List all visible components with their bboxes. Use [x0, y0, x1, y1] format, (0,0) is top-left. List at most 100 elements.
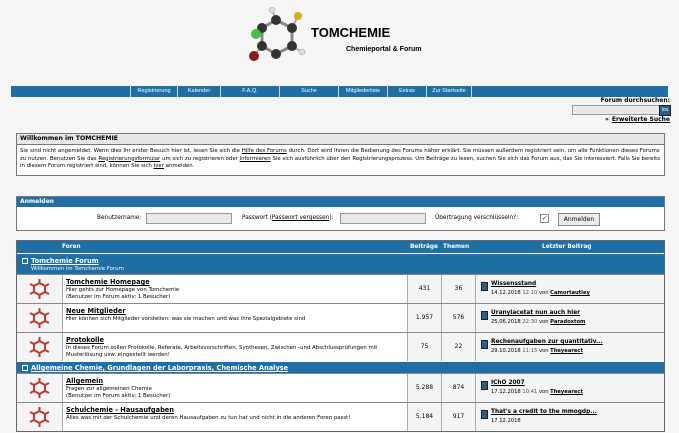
encrypt-checkbox[interactable]: ✓ — [540, 214, 549, 223]
nav-item-startseite[interactable]: Zur Startseite — [426, 86, 472, 97]
last-post-user-link[interactable]: Theyearect — [550, 348, 583, 354]
forum-desc-line: Hier gehts zur Homepage von Tomchemie — [66, 287, 180, 293]
last-post-von: von — [538, 319, 549, 325]
nav-item-mitgliederliste[interactable]: Mitgliederliste — [338, 86, 387, 97]
category-subtitle: Willkommen im Tomchemie Forum — [31, 266, 124, 272]
forum-description: Alles was mit der Schulchemie und deren … — [66, 415, 402, 422]
last-post-meta: 17.12.2018 10:41 von Theyearect — [491, 389, 583, 395]
username-label: Benutzername: — [97, 215, 142, 221]
main-navbar: Registrierung Kalender F.A.Q. Suche Mitg… — [11, 86, 668, 97]
last-post-page-icon — [481, 282, 488, 291]
last-post-user-link[interactable]: Theyearect — [550, 389, 583, 395]
forum-molecule-icon — [29, 279, 50, 299]
forum-row: Tomchemie Homepage Hier gehts zur Homepa… — [17, 274, 664, 303]
last-post-title-link[interactable]: That's a credit to the mmogdp... — [491, 409, 597, 415]
last-post-date: 17.12.2018 — [491, 389, 521, 395]
encrypt-label: Übertragung verschlüsseln?: — [435, 215, 519, 221]
login-button[interactable]: Anmelden — [558, 213, 600, 226]
forum-table-header: Foren Beiträge Themen Letzter Beitrag — [17, 241, 664, 253]
help-link[interactable]: Hilfe des Forums — [242, 148, 287, 154]
search-input[interactable] — [572, 105, 660, 115]
nav-item-extras[interactable]: Extras — [387, 86, 426, 97]
last-post-title-link[interactable]: Rechenaufgaben zur quantitativ... — [491, 339, 603, 345]
category-title-link[interactable]: Tomchemie Forum — [31, 257, 99, 265]
login-title: Anmelden — [17, 197, 664, 207]
last-post-von: von — [538, 290, 549, 296]
welcome-title: Willkommen im TOMCHEMIE — [17, 134, 664, 145]
last-post-title-link[interactable]: IChO 2007 — [491, 380, 525, 386]
forum-desc-line: Fragen zur allgemeinen Chemie — [66, 386, 152, 392]
last-post-time: 22:30 — [522, 319, 538, 325]
search-button[interactable]: los — [659, 105, 671, 116]
col-header-topics: Themen — [443, 244, 470, 250]
category-title-link[interactable]: Allgemeine Chemie, Grundlagen der Laborp… — [31, 364, 288, 372]
forum-name-link[interactable]: Allgemein — [66, 377, 103, 385]
forum-row: Schulchemie - Hausaufgaben Alles was mit… — [17, 402, 664, 431]
nav-item-registrierung[interactable]: Registrierung — [130, 86, 177, 97]
forum-topic-count: 917 — [442, 403, 476, 431]
register-form-link[interactable]: Registrierungsformular — [98, 156, 160, 162]
forum-post-count: 1.957 — [408, 304, 442, 332]
welcome-text-3: um sich zu registrieren oder — [160, 155, 240, 162]
welcome-text-5: anmelden. — [163, 163, 195, 169]
last-post-page-icon — [481, 410, 488, 419]
welcome-panel: Willkommen im TOMCHEMIE Sie sind nicht a… — [16, 133, 665, 176]
forum-post-count: 75 — [408, 333, 442, 361]
forum-description: Hier gehts zur Homepage von Tomchemie (Be… — [66, 287, 402, 300]
advanced-search-link[interactable]: » Erweiterte Suche — [605, 116, 670, 123]
inform-link[interactable]: informieren — [240, 156, 271, 162]
forum-table: Foren Beiträge Themen Letzter Beitrag To… — [16, 240, 665, 432]
forum-name-link[interactable]: Protokolle — [66, 336, 104, 344]
last-post-von: von — [538, 389, 549, 395]
forum-desc-line: In dieses Forum sollen Protokolle, Refer… — [66, 345, 378, 358]
col-header-posts: Beiträge — [410, 244, 438, 250]
last-post-user-link[interactable]: Camortautley — [550, 290, 590, 296]
forum-description: Hier können sich Mitglieder vorstellen: … — [66, 316, 402, 323]
last-post-title-link[interactable]: Uranylacetat nun auch hier — [491, 310, 580, 316]
category-row-allgemeine-chemie: Allgemeine Chemie, Grundlagen der Laborp… — [17, 361, 664, 373]
forum-row: Allgemein Fragen zur allgemeinen Chemie(… — [17, 373, 664, 402]
nav-item-faq[interactable]: F.A.Q. — [220, 86, 279, 97]
last-post-date: 29.10.2018 — [491, 348, 521, 354]
password-input[interactable] — [340, 213, 426, 224]
forum-row: Protokolle In dieses Forum sollen Protok… — [17, 332, 664, 361]
forum-molecule-icon — [29, 407, 50, 427]
col-header-forum: Foren — [62, 244, 81, 250]
category-row-tomchemie: Tomchemie Forum Willkommen im Tomchemie … — [17, 253, 664, 274]
forum-name-link[interactable]: Tomchemie Homepage — [66, 278, 150, 286]
last-post-user-link[interactable]: Paradoxtom — [550, 319, 585, 325]
nav-item-suche[interactable]: Suche — [279, 86, 338, 97]
molecule-logo-icon — [249, 6, 306, 61]
last-post-date: 25.06.2018 — [491, 319, 521, 325]
username-input[interactable] — [146, 213, 232, 224]
password-forgot-link[interactable]: Passwort vergessen — [272, 215, 329, 221]
login-here-link[interactable]: hier — [154, 163, 164, 169]
forum-name-link[interactable]: Neue Mitglieder — [66, 307, 126, 315]
login-panel: Anmelden Benutzername: Passwort (Passwor… — [16, 196, 665, 231]
welcome-text-1: Sie sind nicht angemeldet. Wenn dies Ihr… — [20, 148, 242, 154]
forum-desc-line: Hier können sich Mitglieder vorstellen: … — [66, 316, 306, 322]
login-row: Benutzername: Passwort (Passwort vergess… — [17, 213, 664, 226]
site-header: TOMCHEMIE Chemieportal & Forum — [0, 0, 679, 84]
last-post-von: von — [538, 348, 549, 354]
last-post-page-icon — [481, 311, 488, 320]
last-post-page-icon — [481, 340, 488, 349]
advanced-search-label: Erweiterte Suche — [611, 116, 670, 123]
forum-topic-count: 36 — [442, 275, 476, 303]
site-title: TOMCHEMIE — [311, 25, 391, 40]
forum-post-count: 5.184 — [408, 403, 442, 431]
nav-item-kalender[interactable]: Kalender — [177, 86, 220, 97]
password-label: Passwort (Passwort vergessen): — [242, 215, 334, 221]
collapse-category-icon[interactable] — [22, 365, 28, 371]
site-subtitle: Chemieportal & Forum — [346, 46, 422, 53]
last-post-title-link[interactable]: Wissensstand — [491, 281, 536, 287]
forum-desc-line: Alles was mit der Schulchemie und deren … — [66, 415, 351, 421]
collapse-category-icon[interactable] — [22, 258, 28, 264]
password-label-end: ): — [329, 215, 334, 221]
forum-description: Fragen zur allgemeinen Chemie (Benutzer i… — [66, 386, 402, 399]
forum-active-users: (Benutzer im Forum aktiv: 1 Besucher) — [66, 392, 171, 399]
forum-topic-count: 22 — [442, 333, 476, 361]
forum-post-count: 5.288 — [408, 374, 442, 402]
forum-name-link[interactable]: Schulchemie - Hausaufgaben — [66, 406, 174, 414]
last-post-meta: 25.06.2018 22:30 von Paradoxtom — [491, 319, 585, 325]
